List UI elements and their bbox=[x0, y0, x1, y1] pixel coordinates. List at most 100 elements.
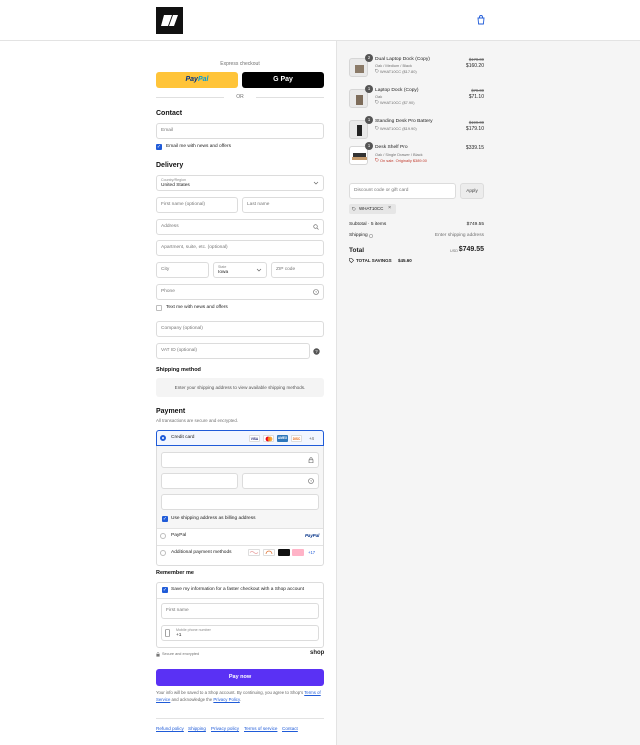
info-icon[interactable]: ? bbox=[313, 348, 320, 355]
item-price: $179.10 bbox=[465, 126, 484, 132]
currency-code: USD bbox=[450, 249, 459, 253]
item-discount: WHAT10CC ($17.80) bbox=[380, 69, 417, 74]
mobile-phone-field[interactable]: Mobile phone number +1 bbox=[161, 625, 319, 641]
contact-heading: Contact bbox=[156, 110, 183, 117]
legal-text-end: . bbox=[239, 696, 241, 702]
contact-link[interactable]: Contact bbox=[282, 726, 298, 731]
shop-logo: shop bbox=[310, 650, 325, 656]
discover-icon: DISC bbox=[291, 435, 302, 442]
phone-field[interactable]: Phone ? bbox=[156, 284, 324, 300]
item-discount: WHAT10CC ($7.90) bbox=[380, 100, 415, 105]
tag-icon bbox=[375, 100, 379, 104]
save-info-checkbox[interactable]: ✓ bbox=[162, 587, 168, 593]
security-code-field[interactable]: ? bbox=[242, 473, 319, 489]
original-price: $178.00 bbox=[468, 57, 484, 62]
state-select[interactable]: State Iowa bbox=[213, 262, 267, 278]
apply-button[interactable]: Apply bbox=[460, 183, 484, 199]
visa-icon: VISA bbox=[249, 435, 260, 442]
address-placeholder: Address bbox=[161, 224, 179, 229]
country-select[interactable]: Country/Region United States bbox=[156, 175, 324, 191]
divider bbox=[157, 528, 323, 529]
city-field[interactable]: City bbox=[156, 262, 209, 278]
product-thumbnail bbox=[349, 146, 368, 165]
credit-card-radio[interactable] bbox=[160, 435, 166, 441]
sale-tag-icon bbox=[375, 158, 379, 162]
company-field[interactable]: Company (optional) bbox=[156, 321, 324, 337]
privacy-link[interactable]: Privacy Policy bbox=[213, 697, 239, 702]
billing-label: Use shipping address as billing address bbox=[171, 516, 256, 521]
remove-code-icon[interactable]: × bbox=[388, 205, 391, 211]
legal-text: Your info will be saved to a Shop accoun… bbox=[156, 690, 324, 703]
product-thumbnail bbox=[349, 89, 368, 108]
svg-text:?: ? bbox=[315, 290, 317, 294]
help-icon[interactable] bbox=[369, 234, 373, 238]
text-news-checkbox[interactable] bbox=[156, 305, 162, 311]
item-name: Desk Shelf Pro bbox=[375, 145, 408, 150]
vat-field[interactable]: VAT ID (optional) bbox=[156, 343, 310, 359]
shopping-bag-icon[interactable] bbox=[476, 15, 486, 25]
item-variant: Oak / Single Drawer / Black bbox=[375, 152, 423, 157]
lock-icon bbox=[308, 457, 314, 463]
expiration-field[interactable] bbox=[161, 473, 238, 489]
lock-icon bbox=[156, 652, 160, 657]
shipping-value: Enter shipping address bbox=[434, 233, 484, 238]
original-price: $79.00 bbox=[471, 88, 484, 93]
paypal-radio[interactable] bbox=[160, 533, 166, 539]
savings-value: $45.60 bbox=[398, 258, 412, 263]
news-checkbox[interactable]: ✓ bbox=[156, 144, 162, 150]
footer-divider bbox=[156, 718, 324, 719]
item-name: Laptop Dock (Copy) bbox=[375, 88, 419, 93]
sale-note: On sale. Originally $389.00 bbox=[380, 158, 427, 163]
email-field[interactable]: Email bbox=[156, 123, 324, 139]
terms-of-service-link[interactable]: Terms of service bbox=[244, 726, 277, 731]
help-icon[interactable]: ? bbox=[308, 478, 314, 484]
help-icon[interactable]: ? bbox=[313, 289, 319, 295]
paypal-express-button[interactable]: PayPal bbox=[156, 72, 238, 88]
paypal-label: PayPal bbox=[171, 533, 187, 538]
remember-me-heading: Remember me bbox=[156, 570, 194, 576]
total-value: $749.55 bbox=[458, 246, 484, 253]
shipping-link[interactable]: Shipping bbox=[188, 726, 206, 731]
additional-payment-label: Additional payment methods bbox=[171, 550, 232, 555]
item-discount: WHAT10CC ($19.90) bbox=[380, 126, 417, 131]
more-cards-count: +4 bbox=[309, 436, 314, 441]
quantity-badge: 1 bbox=[365, 116, 373, 124]
refund-policy-link[interactable]: Refund policy bbox=[156, 726, 184, 731]
tag-icon bbox=[375, 69, 379, 73]
mastercard-icon bbox=[263, 435, 274, 442]
header bbox=[0, 0, 640, 41]
discount-code-field[interactable]: Discount code or gift card bbox=[349, 183, 456, 199]
svg-text:?: ? bbox=[310, 479, 312, 483]
card-number-field[interactable] bbox=[161, 452, 319, 468]
privacy-policy-link[interactable]: Privacy policy bbox=[211, 726, 239, 731]
shop-first-name-field[interactable]: First name bbox=[161, 603, 319, 619]
original-price: $199.00 bbox=[468, 120, 484, 125]
country-value: United States bbox=[161, 183, 190, 188]
more-payment-count: +17 bbox=[308, 550, 316, 555]
store-logo[interactable] bbox=[156, 7, 183, 34]
chevron-down-icon bbox=[313, 181, 319, 185]
amex-icon: AMEX bbox=[277, 435, 288, 442]
legal-text-1: Your info will be saved to a Shop accoun… bbox=[156, 690, 304, 695]
first-name-field[interactable]: First name (optional) bbox=[156, 197, 238, 213]
tag-icon bbox=[375, 126, 379, 130]
afterpay-icon bbox=[248, 549, 260, 556]
google-pay-button[interactable]: G Pay bbox=[242, 72, 324, 88]
apartment-field[interactable]: Apartment, suite, etc. (optional) bbox=[156, 240, 324, 256]
text-news-label: Text me with news and offers bbox=[166, 305, 228, 310]
payment-heading: Payment bbox=[156, 408, 186, 415]
or-separator: OR bbox=[236, 94, 244, 100]
savings-label: TOTAL SAVINGS bbox=[356, 258, 392, 263]
additional-payment-radio[interactable] bbox=[160, 550, 166, 556]
pay-now-button[interactable]: Pay now bbox=[156, 669, 324, 686]
payment-subtitle: All transactions are secure and encrypte… bbox=[156, 418, 239, 423]
last-name-field[interactable]: Last name bbox=[242, 197, 324, 213]
name-on-card-field[interactable] bbox=[161, 494, 319, 510]
zip-field[interactable]: ZIP code bbox=[271, 262, 324, 278]
billing-checkbox[interactable]: ✓ bbox=[162, 516, 168, 522]
quantity-badge: 2 bbox=[365, 54, 373, 62]
credit-card-label: Credit card bbox=[171, 435, 195, 440]
address-field[interactable]: Address bbox=[156, 219, 324, 235]
item-variant: Oak / Medium / Black bbox=[375, 63, 412, 68]
mobile-prefix: +1 bbox=[176, 633, 182, 638]
